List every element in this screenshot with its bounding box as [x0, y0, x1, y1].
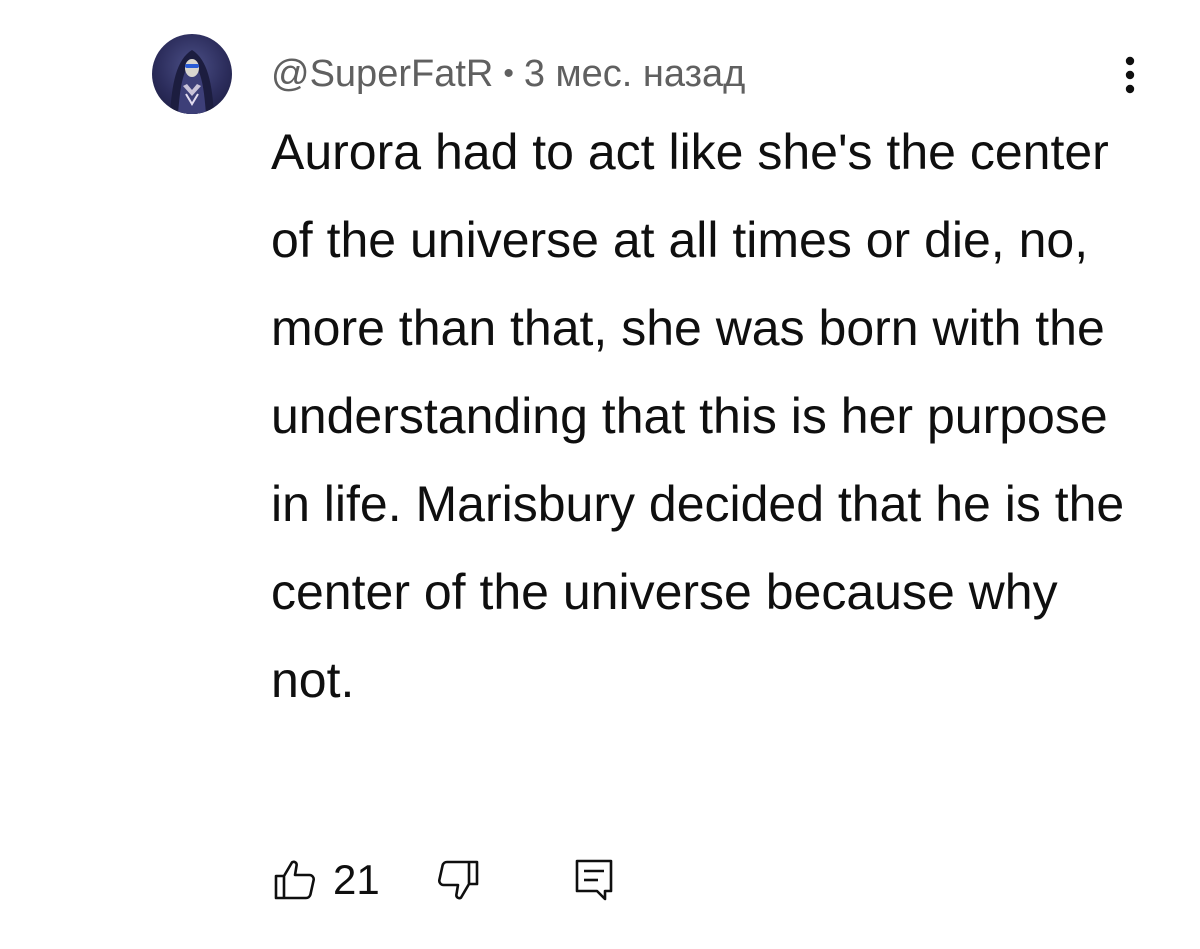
comment-actions: 21 — [271, 850, 618, 910]
comment-thread: @SuperFatR • 3 мес. назад Aurora had to … — [0, 0, 1200, 949]
dislike-button[interactable] — [434, 856, 482, 904]
like-button[interactable]: 21 — [271, 856, 380, 904]
avatar[interactable] — [152, 34, 232, 114]
meta-separator: • — [503, 57, 514, 90]
comment-timestamp[interactable]: 3 мес. назад — [524, 53, 746, 96]
thumbs-down-icon — [437, 860, 479, 900]
more-options-button[interactable] — [1106, 50, 1154, 100]
reply-button[interactable] — [570, 856, 618, 904]
like-count: 21 — [333, 856, 380, 903]
kebab-menu-icon — [1125, 56, 1135, 94]
comment-header: @SuperFatR • 3 мес. назад — [271, 46, 745, 102]
avatar-image — [170, 50, 214, 114]
thumbs-up-icon — [274, 860, 315, 900]
author-name[interactable]: @SuperFatR — [271, 53, 493, 96]
reply-comment-icon — [575, 859, 613, 901]
comment-text: Aurora had to act like she's the center … — [271, 124, 1125, 708]
